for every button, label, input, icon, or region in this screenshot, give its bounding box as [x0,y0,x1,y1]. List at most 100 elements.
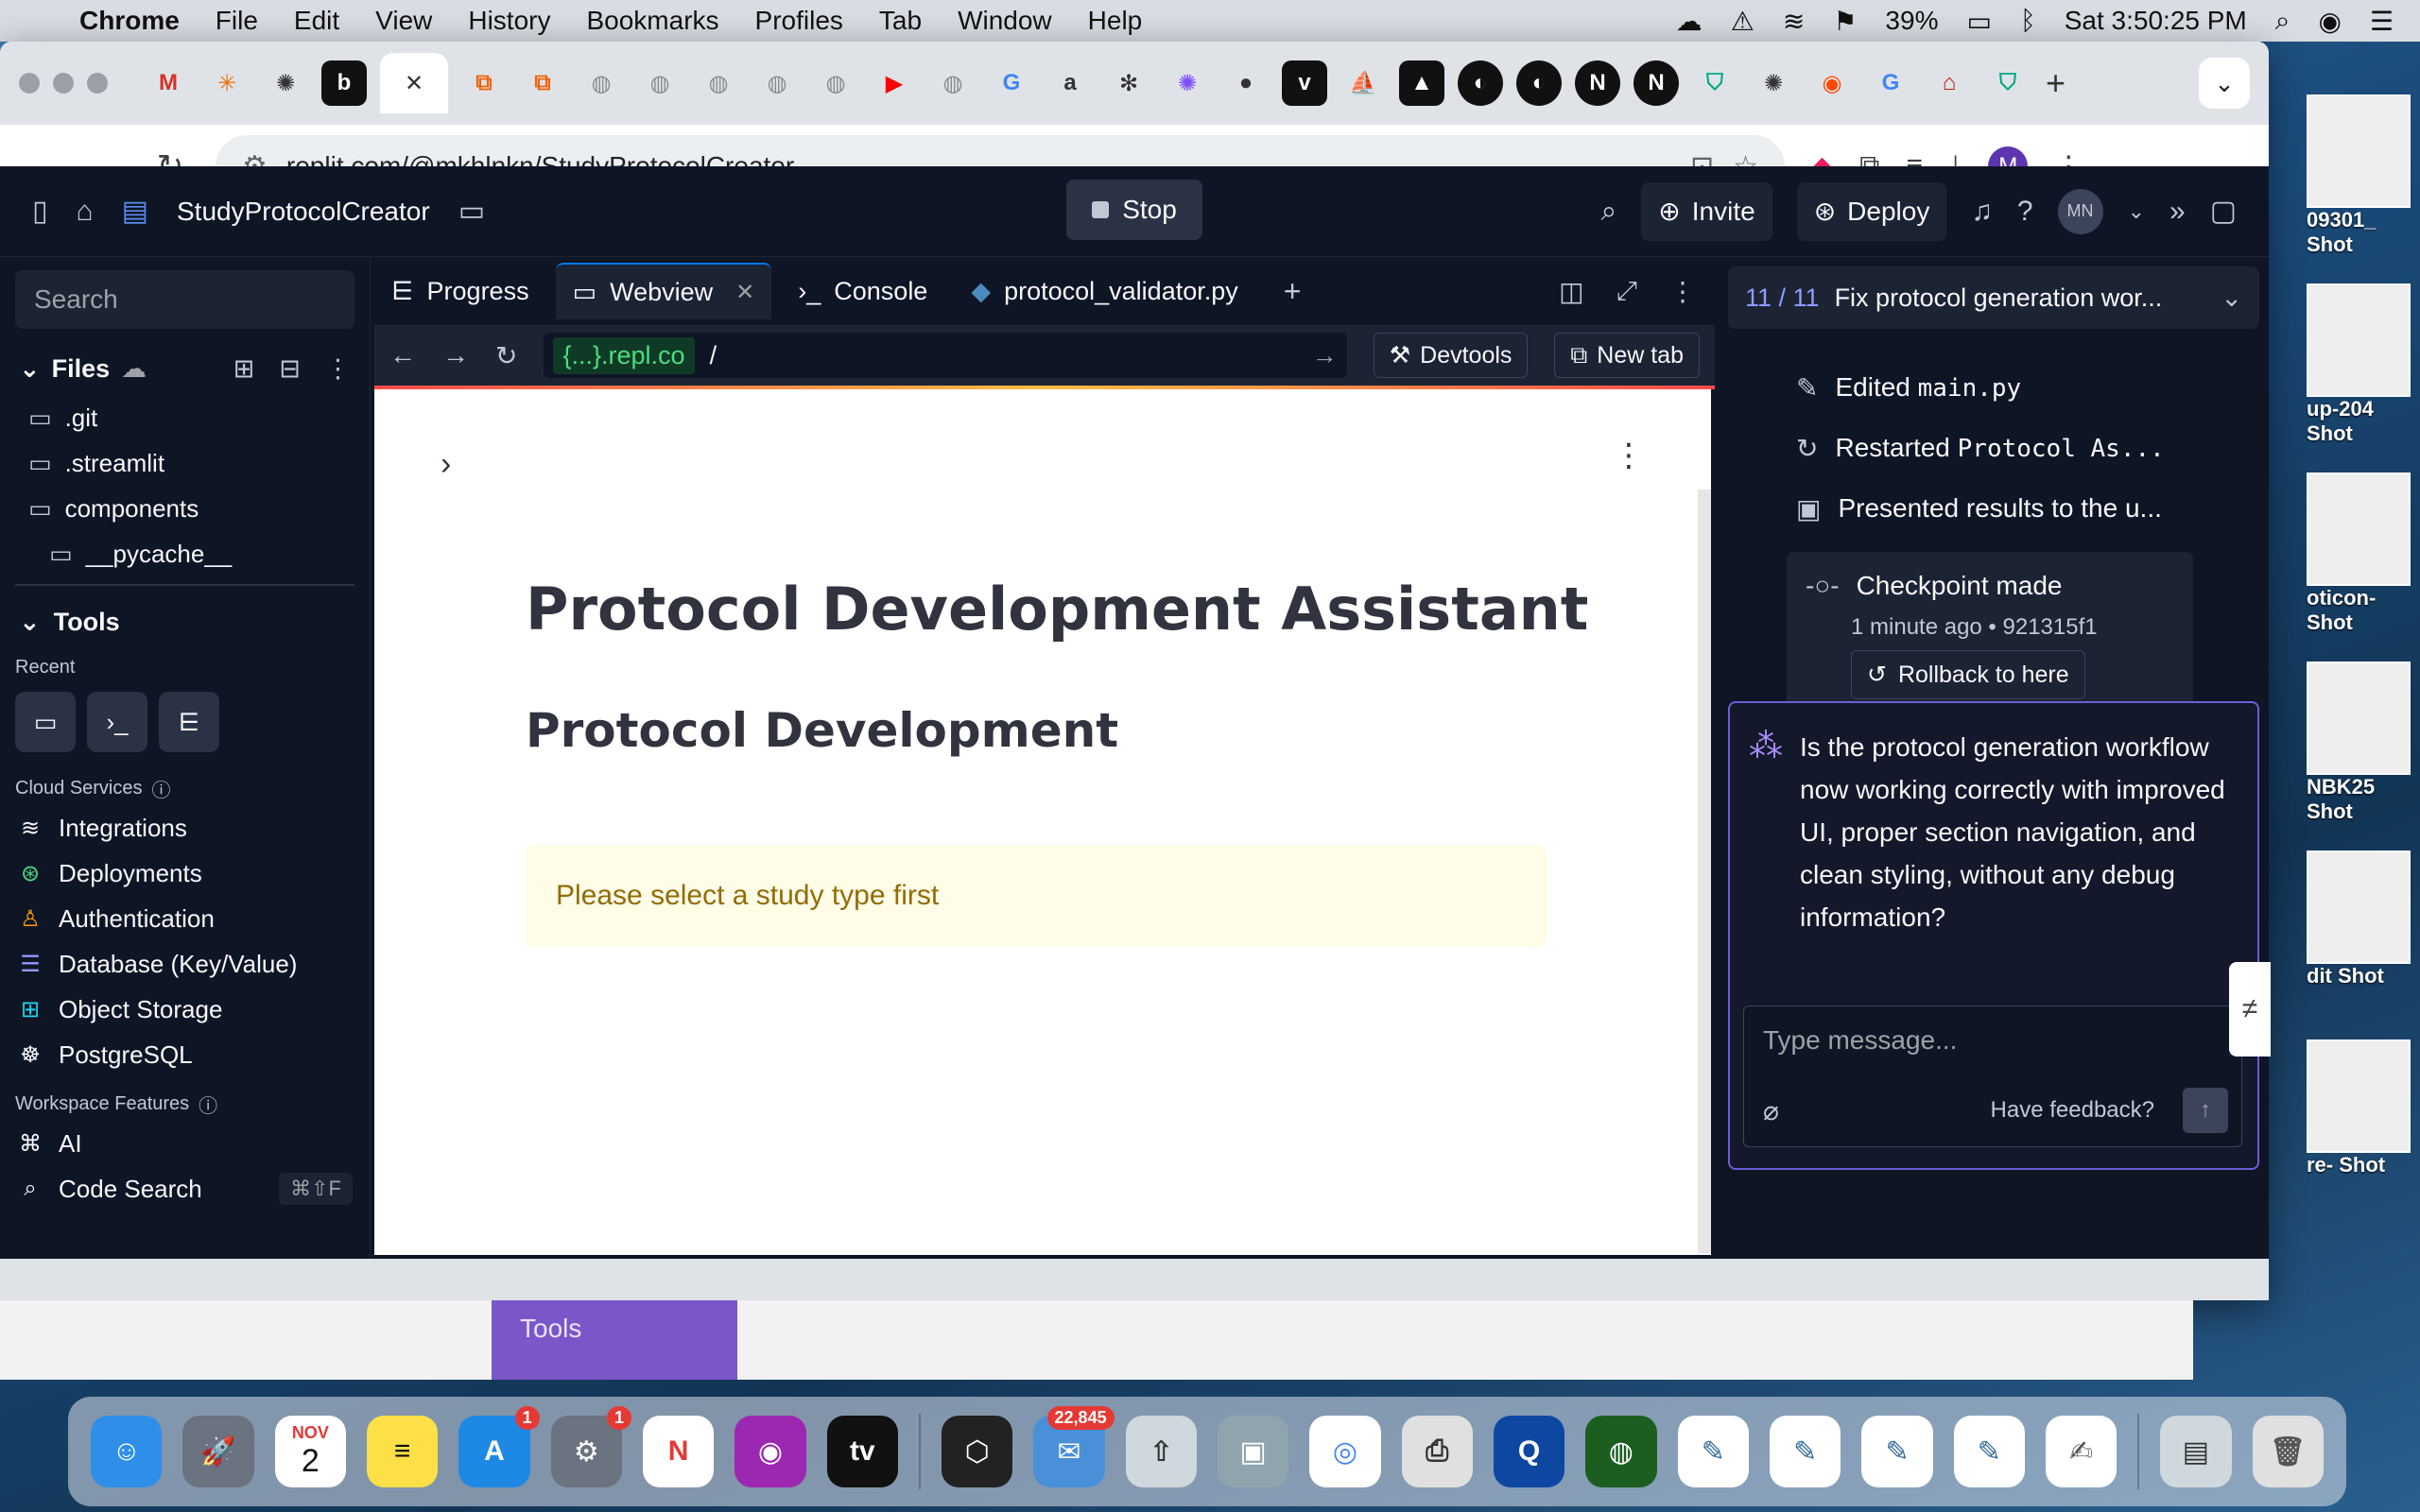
search-icon[interactable]: ⌕ [1600,196,1616,228]
chevron-down-icon[interactable]: ⌄ [2221,284,2242,313]
tool-postgresql[interactable]: ☸ PostgreSQL [0,1032,370,1077]
files-section-header[interactable]: ⌄ Files ☁ ⊞ ⊟ ⋮ [0,342,370,395]
battery-percent[interactable]: 39% [1885,6,1938,36]
sidebar-divider[interactable] [15,584,354,586]
new-file-icon[interactable]: ⊞ [233,354,255,384]
ship-tab-icon[interactable]: ⛵ [1340,60,1386,106]
tool-deployments[interactable]: ⊛ Deployments [0,850,370,896]
rollback-button[interactable]: ↺ Rollback to here [1851,650,2085,699]
expand-sidebar-chevron-icon[interactable]: › [441,446,451,483]
menu-file[interactable]: File [216,6,258,36]
project-info-icon[interactable]: ▭ [458,195,485,228]
tool-object-storage[interactable]: ⊞ Object Storage [0,987,370,1032]
globe-tab-icon-3[interactable]: ◍ [696,60,741,106]
file-item-streamlit[interactable]: ▭ .streamlit [0,440,370,486]
quicktime-icon[interactable]: Q [1493,1416,1565,1487]
file-item-components[interactable]: ▭ components [0,486,370,531]
tool-code-search[interactable]: ⌕ Code Search ⌘⇧F [0,1166,370,1211]
new-folder-icon[interactable]: ⊟ [279,354,301,384]
tab-search-chevron-icon[interactable]: ⌄ [2199,58,2250,109]
action-restarted[interactable]: ↻ Restarted Protocol As... [1719,418,2269,478]
new-tab-button[interactable]: ⧉ New tab [1554,333,1700,378]
desktop-file[interactable]: 09301_ Shot [2307,94,2420,284]
chrome-icon[interactable]: ◎ [1309,1416,1381,1487]
notion-tab-icon[interactable]: N [1575,60,1620,106]
preview-icon[interactable]: ▣ [1217,1416,1289,1487]
project-name[interactable]: StudyProtocolCreator [177,197,430,227]
alert-icon[interactable]: ⚠ [1731,6,1754,37]
tools-section-header[interactable]: ⌄ Tools [0,593,370,650]
files-menu-icon[interactable]: ⋮ [325,354,351,384]
perplexity-tab-icon[interactable]: ✻ [1106,60,1151,106]
apple-tv-icon[interactable]: tv [826,1416,898,1487]
rocket-app-icon[interactable]: ⇧ [1125,1416,1197,1487]
wifi-icon[interactable]: ≋ [1783,6,1805,37]
message-input[interactable]: Type message... [1763,1025,2222,1056]
app-menu-icon[interactable]: ⋮ [1613,437,1645,474]
deploy-button[interactable]: ⊛ Deploy [1796,181,1947,241]
menubar-clock[interactable]: Sat 3:50:25 PM [2065,6,2247,36]
sidebar-toggle-icon[interactable]: ▯ [32,195,48,228]
notifications-bell-icon[interactable]: ♫ [1971,196,1993,228]
mail-icon[interactable]: ✉ 22,845 [1033,1406,1115,1487]
tool-integrations[interactable]: ≋ Integrations [0,805,370,850]
webview-url-bar[interactable]: {...}.repl.co / → [544,333,1347,378]
tab-protocol-validator[interactable]: ◆ protocol_validator.py [954,263,1254,319]
webview-host[interactable]: {...}.repl.co [553,336,695,374]
gmail-tab-icon[interactable]: M [146,60,191,106]
webview-scrollbar[interactable] [1698,490,1711,1253]
side-panel-handle-icon[interactable]: ≠ [2229,962,2271,1057]
replit-active-tab-close-icon[interactable]: ✕ [380,53,448,113]
webview-reload-icon[interactable]: ↻ [495,340,517,371]
chatgpt-tab-icon-2[interactable]: ✺ [1751,60,1796,106]
python-launcher-icon-3[interactable]: ✎ [1861,1416,1933,1487]
siri-icon[interactable]: ◉ [2318,6,2341,37]
amazon-tab-icon[interactable]: a [1047,60,1093,106]
menu-window[interactable]: Window [958,6,1052,36]
replit-tab-icon-2[interactable]: ⧉ [520,60,565,106]
battery-icon[interactable]: ▭ [1966,6,1991,37]
file-item-pycache[interactable]: ▭ __pycache__ [0,531,370,576]
devtools-button[interactable]: ⚒ Devtools [1373,333,1529,378]
desktop-file[interactable]: re- Shot [2307,1040,2420,1228]
invite-button[interactable]: ⊕ Invite [1641,181,1772,241]
send-arrow-icon[interactable]: ↑ [2183,1088,2228,1133]
spotlight-icon[interactable]: ⌕ [2275,6,2290,37]
github-tab-icon[interactable]: ● [1223,60,1269,106]
trash-icon[interactable]: 🗑 [2252,1416,2324,1487]
reddit-tab-icon[interactable]: ◉ [1809,60,1855,106]
tab-console[interactable]: ›_ Console [781,263,944,319]
tool-authentication[interactable]: ♙ Authentication [0,896,370,941]
split-pane-icon[interactable]: ◫ [1559,276,1583,307]
desktop-file[interactable]: dit Shot [2307,850,2420,1040]
google-tab-icon[interactable]: G [989,60,1034,106]
webview-forward-icon[interactable]: → [442,340,469,370]
google-tab-icon-2[interactable]: G [1868,60,1913,106]
textedit-icon[interactable]: ✍ [2045,1416,2118,1487]
webview-back-icon[interactable]: ← [389,340,416,370]
expand-panel-icon[interactable]: » [2169,196,2186,228]
calendar-icon[interactable]: NOV 2 [274,1416,346,1487]
info-icon[interactable]: ⓘ [199,1091,217,1118]
close-window-button[interactable] [19,73,40,94]
menu-history[interactable]: History [468,6,550,36]
flag-icon[interactable]: ⚑ [1833,6,1857,37]
add-tab-icon[interactable]: + [1284,274,1302,309]
youtube-tab-icon[interactable]: ▶ [872,60,917,106]
globe-tab-icon-2[interactable]: ◍ [637,60,683,106]
menu-edit[interactable]: Edit [294,6,339,36]
replit-tab-icon[interactable]: ⧉ [461,60,507,106]
python-launcher-icon-2[interactable]: ✎ [1769,1416,1841,1487]
dark-circle-tab-icon-2[interactable]: ◐ [1516,60,1562,106]
home-icon[interactable]: ⌂ [77,196,94,228]
desktop-file[interactable]: oticon- Shot [2307,472,2420,662]
tab-webview[interactable]: ▭ Webview ✕ [555,263,772,319]
v0-tab-icon[interactable]: v [1282,60,1327,106]
globe-tab-icon-6[interactable]: ◍ [930,60,976,106]
minimize-window-button[interactable] [53,73,74,94]
bold-b-tab-icon[interactable]: b [321,60,367,106]
menu-bookmarks[interactable]: Bookmarks [586,6,718,36]
app-store-icon[interactable]: A1 [458,1406,540,1487]
menu-app-name[interactable]: Chrome [79,6,180,36]
action-presented[interactable]: ▣ Presented results to the u... [1719,478,2269,539]
